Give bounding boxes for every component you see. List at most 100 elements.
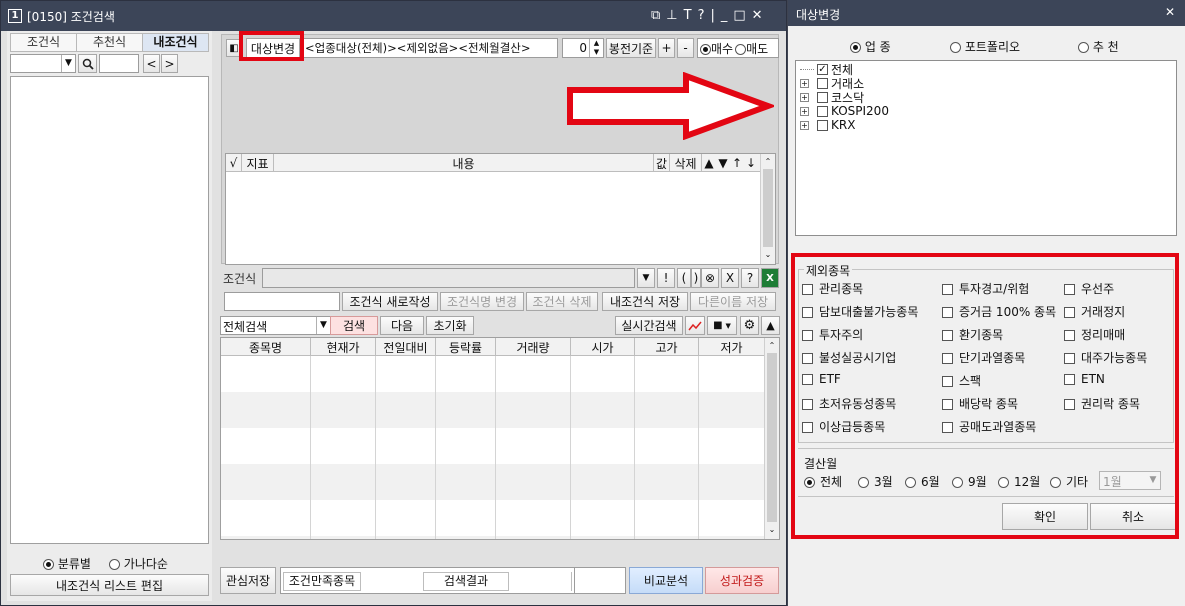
radio-sell[interactable]: 매도: [735, 40, 768, 57]
dropdown-arrow-icon: ▼: [61, 55, 75, 72]
compare-analysis-button[interactable]: 비교분석: [629, 567, 703, 594]
maximize-icon[interactable]: □: [733, 8, 745, 23]
prev-button[interactable]: <: [143, 54, 160, 73]
reset-button[interactable]: 초기화: [426, 316, 474, 335]
col-value: 값: [654, 154, 670, 172]
scroll-up-icon[interactable]: ⌃: [765, 338, 779, 353]
col-move-bottom[interactable]: ▼: [716, 154, 730, 172]
col-delete: 삭제: [670, 154, 702, 172]
next-arrow-button[interactable]: >: [161, 54, 178, 73]
collapse-up-button[interactable]: ▲: [761, 316, 780, 335]
op-clear-button[interactable]: X: [721, 268, 739, 288]
op-not-button[interactable]: !: [657, 268, 675, 288]
expand-icon[interactable]: +: [800, 78, 809, 88]
save-as-button[interactable]: 다른이름 저장: [690, 292, 776, 311]
line-chart-icon: [688, 321, 702, 330]
link-window-icon[interactable]: ⧉: [651, 8, 660, 23]
col-low: 저가: [720, 340, 743, 355]
candle-spinner[interactable]: 0 ▲ ▼: [562, 38, 604, 58]
next-button[interactable]: 다음: [380, 316, 424, 335]
left-tabs: 조건식 추천식 내조건식: [10, 33, 209, 52]
results-body: [221, 356, 764, 539]
radio-alphabetical[interactable]: 가나다순: [108, 555, 168, 572]
chevron-down-icon: ▼: [725, 321, 731, 330]
minimize-icon[interactable]: _: [721, 8, 728, 23]
condition-list[interactable]: [10, 76, 209, 544]
font-size-icon[interactable]: T: [684, 8, 692, 23]
search-button[interactable]: [78, 54, 97, 73]
annotation-arrow: [567, 72, 774, 140]
tab-recommended[interactable]: 추천식: [77, 33, 143, 52]
scroll-up-icon[interactable]: ⌃: [761, 154, 775, 169]
window-number-badge: 1: [8, 9, 22, 23]
condition-name-input[interactable]: [224, 292, 340, 311]
edit-list-button[interactable]: 내조건식 리스트 편집: [10, 574, 209, 596]
target-description: <업종대상(전체)><제외없음><전체월결산>: [302, 38, 558, 58]
pin-icon[interactable]: ⊥: [666, 8, 677, 23]
minus-button[interactable]: -: [677, 38, 694, 58]
col-price: 현재가: [311, 338, 376, 356]
col-move-top[interactable]: ▲: [702, 154, 716, 172]
formula-input[interactable]: [262, 268, 635, 288]
expand-icon[interactable]: +: [800, 120, 809, 130]
scroll-down-icon[interactable]: ⌄: [765, 522, 779, 537]
settings-button[interactable]: ⚙: [740, 316, 759, 335]
op-help-button[interactable]: ?: [741, 268, 759, 288]
tree-item-krx[interactable]: + KRX: [800, 118, 855, 132]
spinner-arrows-icon[interactable]: ▲ ▼: [589, 39, 603, 57]
col-check: √: [226, 154, 242, 172]
highlight-exclusion-section: [791, 253, 1179, 539]
results-scrollbar[interactable]: ⌃ ⌄: [764, 338, 779, 539]
sector-tree[interactable]: ✓ 전체 + 거래소 + 코스닥 + KOSPI200 + KRX: [795, 60, 1177, 236]
indicator-table[interactable]: √ 지표 내용 값 삭제 ▲ ▼ ↑ ↓ ⌃ ⌄: [225, 153, 776, 265]
tab-my-condition[interactable]: 내조건식: [143, 33, 209, 52]
delete-condition-button[interactable]: 조건식 삭제: [526, 292, 598, 311]
radio-buy[interactable]: 매수: [700, 40, 733, 57]
radio-category[interactable]: 분류별: [43, 555, 91, 572]
tree-item-kospi200[interactable]: + KOSPI200: [800, 104, 889, 118]
radio-portfolio[interactable]: 포트폴리오: [950, 38, 1020, 55]
category-select[interactable]: ▼: [10, 54, 76, 73]
view-mode-button[interactable]: ■ ▼: [707, 316, 737, 335]
search-scope-select[interactable]: 전체검색 ▼: [220, 316, 331, 335]
col-move-up[interactable]: ↑: [730, 154, 744, 172]
op-open-paren-button[interactable]: (: [677, 268, 691, 288]
col-rate: 등락률: [436, 338, 496, 356]
op-dropdown-button[interactable]: ▼: [637, 268, 655, 288]
col-stock-name: 종목명: [221, 338, 311, 356]
highlight-target-change: [239, 31, 304, 61]
condition-search-input[interactable]: [99, 54, 139, 73]
radio-sector[interactable]: 업 종: [850, 38, 891, 55]
close-icon[interactable]: ✕: [752, 8, 763, 23]
left-panel: 조건식 추천식 내조건식 ▼ < > 분류별 가나다순 내조건식 리스트 편집: [7, 31, 212, 601]
op-close-paren-button[interactable]: ): [691, 268, 701, 288]
candle-basis-button[interactable]: 봉전기준: [606, 38, 656, 58]
new-condition-button[interactable]: 조건식 새로작성: [342, 292, 438, 311]
expand-icon[interactable]: +: [800, 92, 809, 102]
result-label: 검색결과: [423, 572, 509, 591]
performance-test-button[interactable]: 성과검증: [705, 567, 779, 594]
chart-button[interactable]: [685, 316, 705, 335]
search-run-button[interactable]: 검색: [330, 316, 378, 335]
plus-button[interactable]: +: [658, 38, 675, 58]
tab-condition[interactable]: 조건식: [10, 33, 77, 52]
sort-radio-group: 분류별 가나다순: [43, 555, 168, 572]
op-xor-button[interactable]: ⊗: [701, 268, 719, 288]
help-icon[interactable]: ?: [698, 8, 705, 23]
dialog-close-icon[interactable]: ✕: [1165, 5, 1175, 19]
builder-area: ◧ 대상변경 <업종대상(전체)><제외없음><전체월결산> 0 ▲ ▼ 봉전기준…: [221, 34, 779, 265]
realtime-search-button[interactable]: 실시간검색: [615, 316, 683, 335]
indicator-scrollbar[interactable]: ⌃ ⌄: [760, 154, 775, 264]
radio-recommend[interactable]: 추 천: [1078, 38, 1119, 55]
results-table[interactable]: 종목명 현재가 전일대비 등락률 거래량 시가 고가 저가 ⌃ ⌄: [220, 337, 780, 540]
col-move-down[interactable]: ↓: [744, 154, 758, 172]
tree-item-kosdaq[interactable]: + 코스닥: [800, 90, 864, 105]
scroll-down-icon[interactable]: ⌄: [761, 247, 775, 262]
title-divider: |: [710, 8, 715, 23]
square-icon: ■: [713, 320, 723, 331]
expand-icon[interactable]: +: [800, 106, 809, 116]
watchlist-save-button[interactable]: 관심저장: [220, 567, 276, 594]
save-condition-button[interactable]: 내조건식 저장: [602, 292, 688, 311]
excel-export-button[interactable]: X: [761, 268, 779, 288]
rename-condition-button[interactable]: 조건식명 변경: [440, 292, 524, 311]
